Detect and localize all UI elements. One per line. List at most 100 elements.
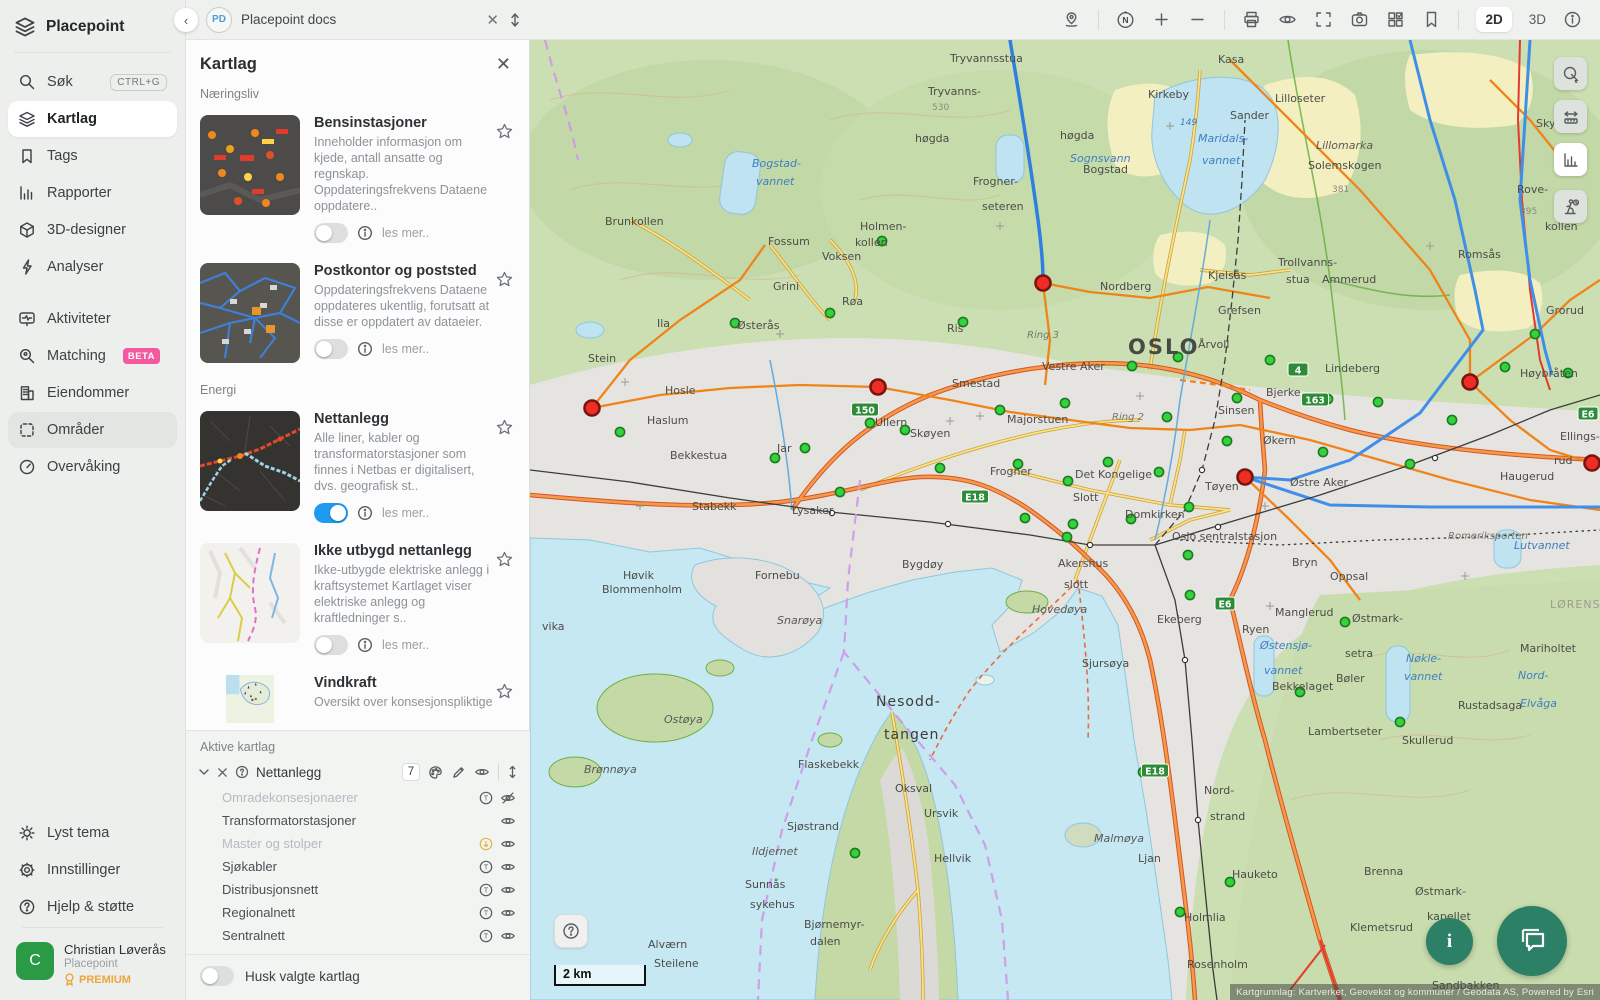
eye-icon[interactable] (500, 836, 516, 852)
visibility-icon[interactable] (1278, 10, 1297, 29)
doc-tab[interactable]: PD Placepoint docs (186, 7, 336, 33)
eye-icon[interactable] (500, 813, 516, 829)
print-icon[interactable] (1242, 10, 1261, 29)
transformer-station-dot[interactable] (1068, 519, 1077, 528)
select-tool-button[interactable] (1554, 57, 1587, 90)
major-station-dot[interactable] (1036, 276, 1051, 291)
view-2d-button[interactable]: 2D (1476, 7, 1511, 32)
transformer-station-dot[interactable] (800, 443, 809, 452)
measure-tool-button[interactable] (1554, 100, 1587, 133)
reorder-icon[interactable] (507, 764, 518, 780)
major-station-dot[interactable] (871, 380, 886, 395)
edit-brush-icon[interactable] (451, 765, 466, 780)
layer-card-ikke-utbygd[interactable]: Ikke utbygd nettanlegg Ikke-utbygde elek… (186, 537, 529, 669)
transformer-station-dot[interactable] (1405, 459, 1414, 468)
layer-card-vindkraft[interactable]: Vindkraft Oversikt over konsesjonsplikti… (186, 669, 529, 737)
eye-icon[interactable] (500, 859, 516, 875)
transformer-station-dot[interactable] (1265, 355, 1274, 364)
chevron-down-icon[interactable] (198, 766, 210, 778)
transformer-station-dot[interactable] (1162, 412, 1171, 421)
sidebar-item-sok[interactable]: Søk CTRL+G (8, 64, 177, 100)
major-station-dot[interactable] (585, 401, 600, 416)
sublayer-row[interactable]: Regionalnett T (186, 901, 530, 924)
label-toggle-icon[interactable]: T (479, 929, 493, 943)
eye-off-icon[interactable] (500, 790, 516, 806)
sidebar-item-matching[interactable]: Matching BETA (8, 338, 177, 374)
favorite-star-icon[interactable] (496, 271, 513, 288)
major-station-dot[interactable] (1463, 375, 1478, 390)
transformer-station-dot[interactable] (1222, 436, 1231, 445)
transformer-station-dot[interactable] (995, 405, 1004, 414)
sidebar-item-kartlag[interactable]: Kartlag (8, 101, 177, 137)
layer-toggle[interactable] (314, 635, 348, 655)
collapse-sidebar-button[interactable]: ‹ (174, 8, 198, 32)
transformer-station-dot[interactable] (835, 487, 844, 496)
eye-icon[interactable] (474, 764, 490, 780)
eye-icon[interactable] (500, 905, 516, 921)
view-3d-button[interactable]: 3D (1529, 12, 1546, 27)
transformer-station-dot[interactable] (825, 308, 834, 317)
locate-icon[interactable] (1062, 10, 1081, 29)
active-layer-row[interactable]: Nettanlegg 7 (186, 758, 530, 786)
sidebar-item-tags[interactable]: Tags (8, 138, 177, 174)
fullscreen-icon[interactable] (1314, 10, 1333, 29)
sublayer-row[interactable]: Distribusjonsnett T (186, 878, 530, 901)
compass-north-icon[interactable]: N (1116, 10, 1135, 29)
transformer-station-dot[interactable] (1060, 398, 1069, 407)
transformer-station-dot[interactable] (1103, 457, 1112, 466)
sidebar-item-3d-designer[interactable]: 3D-designer (8, 212, 177, 248)
les-mer-link[interactable]: les mer.. (382, 342, 429, 356)
map-canvas[interactable]: 1501634E18E6E18E6TryvannsstuaTryvanns-53… (530, 40, 1600, 1000)
transformer-station-dot[interactable] (1062, 532, 1071, 541)
transformer-station-dot[interactable] (865, 418, 874, 427)
sidebar-item-lyst-tema[interactable]: Lyst tema (8, 815, 177, 851)
transformer-station-dot[interactable] (1530, 329, 1539, 338)
label-toggle-icon[interactable]: T (479, 791, 493, 805)
transformer-station-dot[interactable] (615, 427, 624, 436)
sublayer-row[interactable]: Master og stolper (186, 832, 530, 855)
info-icon[interactable] (357, 505, 373, 521)
zoom-out-icon[interactable] (1188, 10, 1207, 29)
transformer-station-dot[interactable] (1183, 550, 1192, 559)
transformer-station-dot[interactable] (1373, 397, 1382, 406)
sidebar-item-overvaking[interactable]: Overvåking (8, 449, 177, 485)
transformer-station-dot[interactable] (1127, 361, 1136, 370)
sublayer-row[interactable]: Transformatorstasjoner (186, 809, 530, 832)
eye-icon[interactable] (500, 928, 516, 944)
les-mer-link[interactable]: les mer.. (382, 506, 429, 520)
layer-card-postkontor[interactable]: Postkontor og poststed Oppdateringsfrekv… (186, 257, 529, 377)
transformer-station-dot[interactable] (1340, 617, 1349, 626)
transformer-station-dot[interactable] (935, 463, 944, 472)
les-mer-link[interactable]: les mer.. (382, 638, 429, 652)
info-icon[interactable] (1563, 10, 1582, 29)
sublayer-row[interactable]: Sentralnett T (186, 924, 530, 947)
info-icon[interactable] (357, 341, 373, 357)
major-station-dot[interactable] (1238, 470, 1253, 485)
favorite-star-icon[interactable] (496, 683, 513, 700)
sidebar-item-eiendommer[interactable]: Eiendommer (8, 375, 177, 411)
layer-card-nettanlegg[interactable]: Nettanlegg Alle liner, kabler og transfo… (186, 405, 529, 537)
sidebar-item-rapporter[interactable]: Rapporter (8, 175, 177, 211)
widgets-grid-icon[interactable] (1386, 10, 1405, 29)
info-icon[interactable] (357, 225, 373, 241)
palette-icon[interactable] (428, 765, 443, 780)
sidebar-item-aktiviteter[interactable]: Aktiviteter (8, 301, 177, 337)
major-station-dot[interactable] (1585, 456, 1600, 471)
zoom-in-icon[interactable] (1152, 10, 1171, 29)
map-info-fab[interactable]: i (1426, 918, 1473, 965)
les-mer-link[interactable]: les mer.. (382, 226, 429, 240)
eye-icon[interactable] (500, 882, 516, 898)
transformer-station-dot[interactable] (1232, 393, 1241, 402)
transformer-station-dot[interactable] (1447, 415, 1456, 424)
chat-fab[interactable] (1497, 906, 1567, 976)
transformer-station-dot[interactable] (1318, 447, 1327, 456)
user-card[interactable]: C Christian Løverås Placepoint PREMIUM (8, 930, 177, 990)
sidebar-item-omrader[interactable]: Områder (8, 412, 177, 448)
sublayer-row[interactable]: Omradekonsesjonaerer T (186, 786, 530, 809)
transformer-station-dot[interactable] (1063, 476, 1072, 485)
map-help-button[interactable] (554, 914, 588, 948)
favorite-star-icon[interactable] (496, 123, 513, 140)
sublayer-row[interactable]: Sjøkabler T (186, 855, 530, 878)
sidebar-item-hjelp[interactable]: Hjelp & støtte (8, 889, 177, 925)
info-icon[interactable] (357, 637, 373, 653)
